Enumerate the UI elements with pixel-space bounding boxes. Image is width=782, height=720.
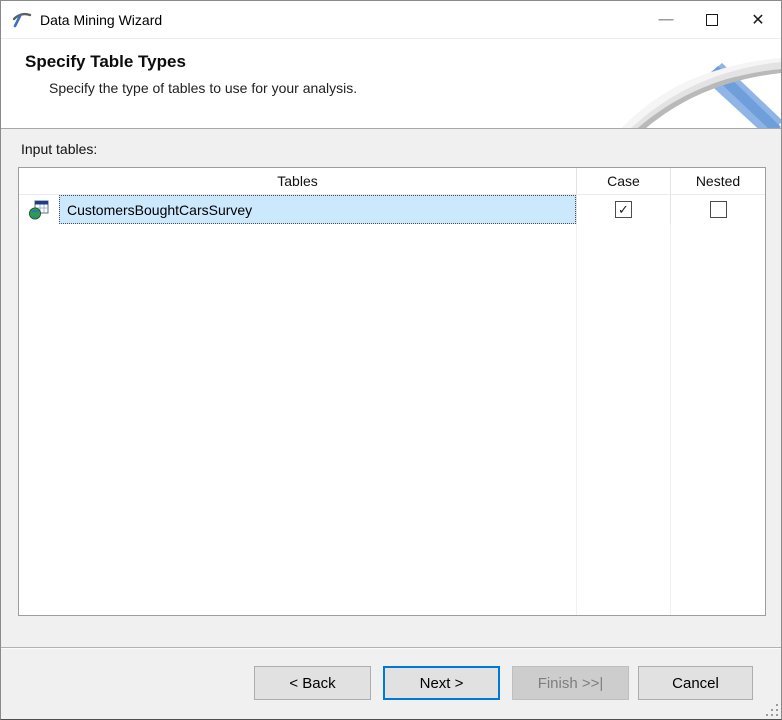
button-bar: < Back Next > Finish >>| Cancel — [1, 647, 781, 719]
grid-empty-area — [19, 224, 765, 615]
empty-nested-column — [670, 224, 765, 615]
minimize-button[interactable]: — — [643, 1, 689, 39]
title-bar: Data Mining Wizard — ✕ — [1, 1, 781, 39]
column-header-case[interactable]: Case — [576, 168, 670, 194]
finish-button: Finish >>| — [512, 666, 629, 700]
back-button[interactable]: < Back — [254, 666, 371, 700]
cancel-button[interactable]: Cancel — [638, 666, 753, 700]
table-row[interactable]: CustomersBoughtCarsSurvey ✓ — [19, 195, 765, 224]
page-title: Specify Table Types — [25, 52, 186, 71]
nested-cell — [670, 195, 765, 224]
next-button[interactable]: Next > — [383, 666, 500, 700]
table-icon — [29, 200, 49, 219]
selected-table-name[interactable]: CustomersBoughtCarsSurvey — [59, 195, 576, 224]
input-tables-grid: Tables Case Nested CustomersBoughtCarsSu… — [18, 167, 766, 616]
table-name-cell[interactable]: CustomersBoughtCarsSurvey — [19, 195, 576, 224]
pickaxe-icon — [12, 12, 32, 27]
input-tables-label: Input tables: — [21, 141, 98, 157]
empty-case-column — [576, 224, 670, 615]
page-subtitle: Specify the type of tables to use for yo… — [49, 80, 358, 96]
maximize-icon — [706, 13, 718, 26]
content-area: Input tables: Tables Case Nested Custome… — [1, 129, 781, 647]
data-mining-wizard-window: Data Mining Wizard — ✕ Specify Table Typ… — [0, 0, 782, 720]
column-header-nested[interactable]: Nested — [670, 168, 765, 194]
maximize-button[interactable] — [689, 1, 735, 39]
window-title: Data Mining Wizard — [40, 11, 163, 28]
wizard-banner: Specify Table Types Specify the type of … — [1, 39, 781, 129]
pickaxe-swoosh-graphic — [621, 58, 781, 128]
case-cell: ✓ — [576, 195, 670, 224]
nested-checkbox[interactable] — [709, 201, 727, 218]
resize-grip[interactable] — [766, 704, 778, 716]
empty-tables-column — [19, 224, 576, 615]
close-button[interactable]: ✕ — [735, 1, 781, 39]
column-header-tables[interactable]: Tables — [19, 168, 576, 194]
case-checkbox[interactable]: ✓ — [615, 201, 632, 218]
grid-header-row: Tables Case Nested — [19, 168, 765, 195]
